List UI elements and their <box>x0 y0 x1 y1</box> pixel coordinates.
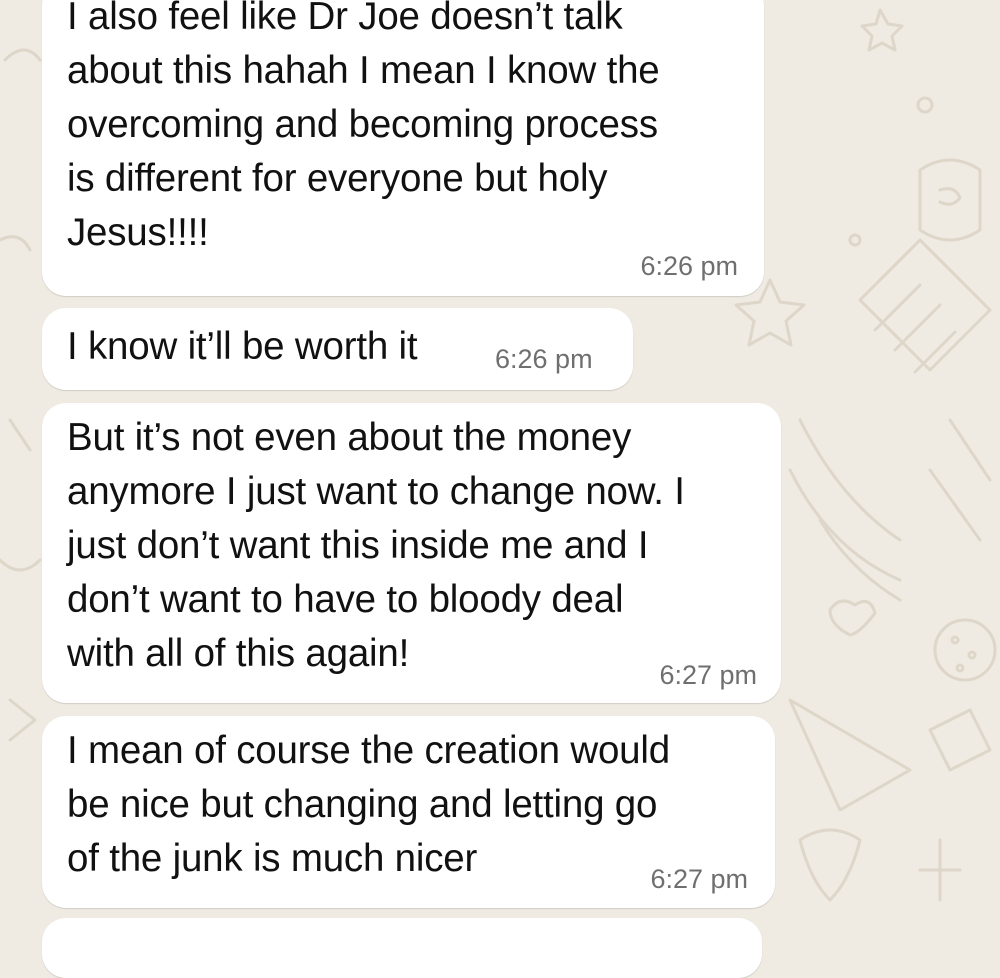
message-text: I mean of course the creation would be n… <box>67 729 670 880</box>
message-timestamp: 6:27 pm <box>659 660 757 690</box>
message-bubble[interactable]: I know it’ll be worth it 6:26 pm <box>42 308 633 390</box>
message-timestamp: 6:26 pm <box>640 251 738 281</box>
message-bubble-partial[interactable] <box>42 918 762 978</box>
message-timestamp: 6:27 pm <box>650 864 748 894</box>
message-timestamp: 6:26 pm <box>495 344 593 374</box>
message-bubble[interactable]: But it’s not even about the money anymor… <box>42 403 781 703</box>
message-bubble[interactable]: I also feel like Dr Joe doesn’t talk abo… <box>42 0 764 296</box>
message-bubble[interactable]: I mean of course the creation would be n… <box>42 716 775 908</box>
message-text: But it’s not even about the money anymor… <box>67 416 685 675</box>
message-text: I know it’ll be worth it <box>67 325 418 368</box>
message-text: I also feel like Dr Joe doesn’t talk abo… <box>67 0 660 254</box>
